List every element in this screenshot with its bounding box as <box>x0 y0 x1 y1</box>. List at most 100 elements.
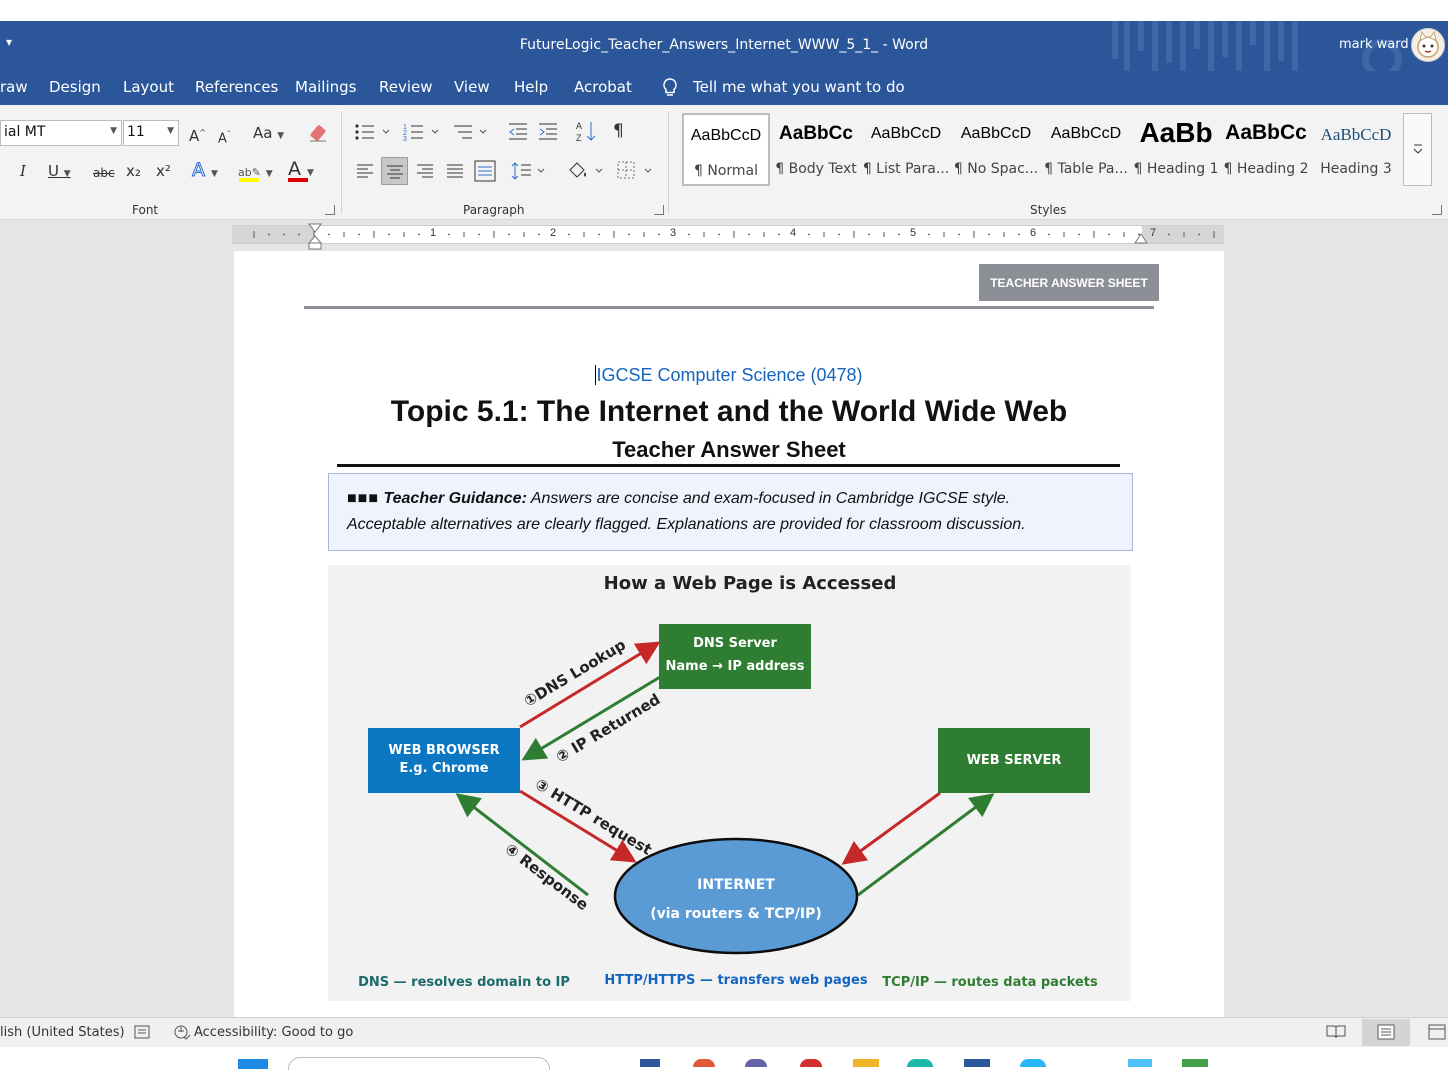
ruler-tick <box>283 233 285 236</box>
document-page[interactable]: TEACHER ANSWER SHEET IGCSE Computer Scie… <box>234 251 1224 1017</box>
taskbar-search[interactable] <box>288 1057 550 1070</box>
tab-draw[interactable]: raw <box>0 78 28 96</box>
styles-dialog-launcher-icon[interactable] <box>1432 205 1442 215</box>
web-browser-box: WEB BROWSER E.g. Chrome <box>368 728 520 793</box>
indent-marker-icon[interactable] <box>307 223 323 251</box>
subscript-button[interactable]: x₂ <box>126 162 141 180</box>
course-text: IGCSE Computer Science (0478) <box>596 365 863 385</box>
style-name: ¶ No Spac... <box>953 161 1039 177</box>
style-preview: AaBb <box>1139 117 1213 148</box>
font-name-field[interactable]: ial MT ▼ <box>0 120 122 146</box>
text-effects-button[interactable]: A ▼ <box>192 160 218 183</box>
print-layout-button[interactable] <box>1362 1019 1410 1046</box>
underline-button[interactable]: U ▼ <box>48 162 71 183</box>
ruler-tick <box>898 233 900 236</box>
taskbar-app-icon[interactable] <box>964 1059 990 1067</box>
ruler-number: 5 <box>910 227 917 239</box>
start-icon[interactable] <box>238 1059 268 1069</box>
increase-indent-icon[interactable] <box>537 121 559 143</box>
tab-help[interactable]: Help <box>514 78 548 96</box>
word-taskbar-icon[interactable] <box>640 1059 660 1067</box>
tab-mailings[interactable]: Mailings <box>295 78 356 96</box>
tab-references[interactable]: References <box>195 78 278 96</box>
page-subtitle: Teacher Answer Sheet <box>612 437 846 462</box>
style-normal[interactable]: AaBbCcD ¶ Normal <box>682 113 770 186</box>
taskbar-app-icon[interactable] <box>1182 1059 1208 1067</box>
change-case-button[interactable]: Aa ▼ <box>253 124 284 145</box>
show-formatting-marks-button[interactable]: ¶ <box>613 122 624 140</box>
decrease-indent-icon[interactable] <box>507 121 529 143</box>
italic-button[interactable]: I <box>20 162 26 180</box>
style-no-spacing[interactable]: AaBbCcD ¶ No Spac... <box>952 113 1040 186</box>
multilevel-list-icon[interactable] <box>452 121 492 143</box>
user-name[interactable]: mark ward <box>1339 37 1409 52</box>
proofing-icon[interactable] <box>134 1024 150 1040</box>
align-center-button[interactable] <box>381 157 408 185</box>
page-title: Topic 5.1: The Internet and the World Wi… <box>390 395 1068 428</box>
file-explorer-taskbar-icon[interactable] <box>853 1059 879 1067</box>
accessibility-icon[interactable] <box>173 1024 191 1042</box>
style-preview: AaBbCcD <box>690 127 762 144</box>
avatar[interactable] <box>1411 28 1445 62</box>
font-dialog-launcher-icon[interactable] <box>325 205 335 215</box>
step4-label: ④ Response <box>502 840 592 914</box>
styles-more-button[interactable] <box>1403 113 1432 186</box>
tell-me-search[interactable]: Tell me what you want to do <box>693 78 905 96</box>
step3-label: ③ HTTP request <box>532 775 655 859</box>
teams-taskbar-icon[interactable] <box>745 1059 767 1067</box>
ruler-tick <box>598 233 600 236</box>
horizontal-ruler[interactable]: 1 2 3 4 5 6 7 <box>232 225 1224 244</box>
style-heading-2[interactable]: AaBbCc ¶ Heading 2 <box>1222 113 1310 186</box>
ribbon-tab-bar: raw Design Layout References Mailings Re… <box>0 71 1448 105</box>
ruler-tick <box>328 233 330 236</box>
tab-design[interactable]: Design <box>49 78 101 96</box>
clear-formatting-icon[interactable] <box>306 121 330 145</box>
style-body-text[interactable]: AaBbCc ¶ Body Text <box>772 113 860 186</box>
tab-view[interactable]: View <box>454 78 490 96</box>
group-separator <box>341 111 342 213</box>
tab-review[interactable]: Review <box>379 78 433 96</box>
distributed-icon[interactable] <box>474 160 496 182</box>
svg-text:Z: Z <box>576 133 582 143</box>
style-name: ¶ Heading 1 <box>1133 161 1219 177</box>
grow-font-button[interactable]: A^ <box>189 124 206 145</box>
taskbar-app-icon[interactable] <box>800 1059 822 1067</box>
dns-server-box: DNS Server Name → IP address <box>659 624 811 689</box>
style-list-paragraph[interactable]: AaBbCcD ¶ List Para... <box>862 113 950 186</box>
style-heading-3[interactable]: AaBbCcD Heading 3 <box>1312 113 1400 186</box>
taskbar-app-icon[interactable] <box>1020 1059 1046 1067</box>
diagram-title: How a Web Page is Accessed <box>604 573 897 594</box>
tab-acrobat[interactable]: Acrobat <box>574 78 632 96</box>
web-layout-icon[interactable] <box>1428 1024 1448 1040</box>
strikethrough-button[interactable]: abc <box>93 164 115 182</box>
font-size-value: 11 <box>127 124 145 140</box>
read-mode-icon[interactable] <box>1326 1024 1346 1040</box>
style-heading-1[interactable]: AaBb ¶ Heading 1 <box>1132 113 1220 186</box>
taskbar-app-icon[interactable] <box>693 1059 715 1067</box>
bullets-icon[interactable] <box>354 121 394 143</box>
font-size-field[interactable]: 11 ▼ <box>123 120 179 146</box>
superscript-button[interactable]: x² <box>156 162 171 180</box>
line-spacing-icon[interactable] <box>511 160 547 182</box>
paragraph-dialog-launcher-icon[interactable] <box>654 205 664 215</box>
numbering-icon[interactable]: 123 <box>403 121 443 143</box>
accessibility-status[interactable]: Accessibility: Good to go <box>194 1025 353 1040</box>
justify-icon[interactable] <box>446 163 464 179</box>
chevron-down-icon: ▼ <box>110 126 117 136</box>
borders-icon[interactable] <box>616 160 656 182</box>
sort-icon[interactable]: AZ <box>575 119 597 145</box>
language-status[interactable]: lish (United States) <box>0 1025 125 1040</box>
ruler-tick <box>748 233 750 236</box>
edge-taskbar-icon[interactable] <box>907 1059 933 1067</box>
ruler-number: 6 <box>1030 227 1037 239</box>
shrink-font-button[interactable]: Aˇ <box>218 126 231 148</box>
style-table-paragraph[interactable]: AaBbCcD ¶ Table Pa... <box>1042 113 1130 186</box>
align-right-icon[interactable] <box>416 163 434 179</box>
ruler-tick <box>928 233 930 236</box>
tab-layout[interactable]: Layout <box>123 78 174 96</box>
align-left-icon[interactable] <box>356 163 374 179</box>
right-indent-marker-icon[interactable] <box>1134 232 1148 244</box>
taskbar-app-icon[interactable] <box>1128 1059 1152 1067</box>
shading-icon[interactable] <box>566 158 606 182</box>
font-color-glyph: A <box>288 158 301 180</box>
